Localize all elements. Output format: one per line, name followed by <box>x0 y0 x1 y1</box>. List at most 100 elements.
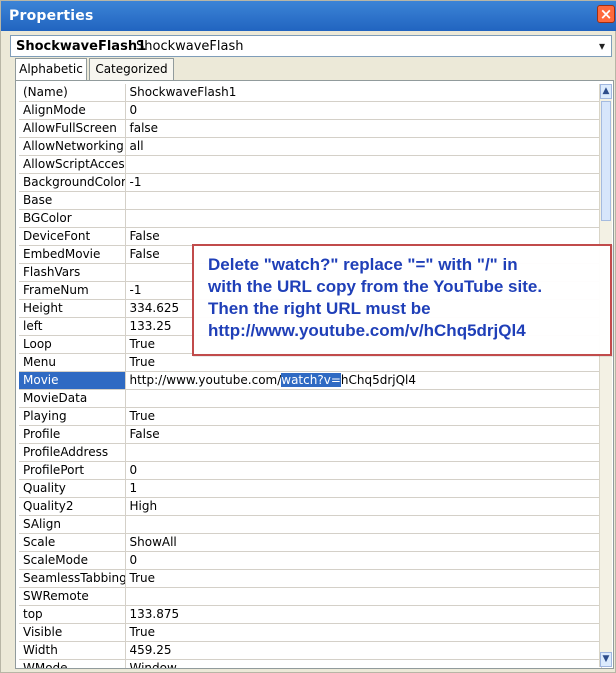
property-name[interactable]: MovieData <box>19 389 126 408</box>
property-name[interactable]: BGColor <box>19 209 126 228</box>
property-row[interactable]: Playing True <box>19 407 602 426</box>
chevron-down-icon[interactable]: ▾ <box>596 37 608 55</box>
property-row[interactable]: ScaleMode 0 <box>19 551 602 570</box>
property-row[interactable]: Menu True <box>19 353 602 372</box>
property-value[interactable]: True <box>125 407 602 426</box>
property-name[interactable]: Menu <box>19 353 126 372</box>
property-name[interactable]: ProfileAddress <box>19 443 126 462</box>
movie-url-suffix: hChq5drjQl4 <box>340 373 417 387</box>
property-row[interactable]: top 133.875 <box>19 605 602 624</box>
property-value[interactable]: -1 <box>125 173 602 192</box>
property-row[interactable]: WMode Window <box>19 659 602 668</box>
property-value[interactable]: false <box>125 119 602 138</box>
property-value[interactable] <box>125 155 602 174</box>
property-name[interactable]: AlignMode <box>19 101 126 120</box>
vertical-scrollbar[interactable]: ▲ ▼ <box>599 84 612 667</box>
property-name[interactable]: Base <box>19 191 126 210</box>
scroll-down-icon[interactable]: ▼ <box>600 652 612 667</box>
property-value[interactable]: 459.25 <box>125 641 602 660</box>
property-value[interactable]: 133.875 <box>125 605 602 624</box>
property-row[interactable]: Width 459.25 <box>19 641 602 660</box>
property-name[interactable]: Playing <box>19 407 126 426</box>
property-value[interactable]: all <box>125 137 602 156</box>
property-row[interactable]: DeviceFont False <box>19 227 602 246</box>
property-row-movie[interactable]: Movie http://www.youtube.com/watch?v=hCh… <box>19 371 602 390</box>
property-name[interactable]: FrameNum <box>19 281 126 300</box>
property-row[interactable]: MovieData <box>19 389 602 408</box>
property-name[interactable]: Visible <box>19 623 126 642</box>
property-name[interactable]: Profile <box>19 425 126 444</box>
property-name[interactable]: BackgroundColor <box>19 173 126 192</box>
property-value[interactable] <box>125 209 602 228</box>
property-name[interactable]: AllowFullScreen <box>19 119 126 138</box>
property-name[interactable]: DeviceFont <box>19 227 126 246</box>
property-row[interactable]: ProfileAddress <box>19 443 602 462</box>
property-value[interactable]: ShockwaveFlash1 <box>125 84 602 102</box>
callout-line: Then the right URL must be <box>208 299 431 318</box>
property-name[interactable]: SeamlessTabbing <box>19 569 126 588</box>
object-selector[interactable]: ShockwaveFlash1 ShockwaveFlash ▾ <box>10 35 612 57</box>
property-row[interactable]: (Name) ShockwaveFlash1 <box>19 84 602 102</box>
property-name[interactable]: left <box>19 317 126 336</box>
property-value[interactable]: True <box>125 353 602 372</box>
property-row[interactable]: SAlign <box>19 515 602 534</box>
property-row[interactable]: BGColor <box>19 209 602 228</box>
property-value[interactable]: True <box>125 569 602 588</box>
property-name[interactable]: Scale <box>19 533 126 552</box>
property-name[interactable]: Quality <box>19 479 126 498</box>
property-row[interactable]: Visible True <box>19 623 602 642</box>
property-name[interactable]: SAlign <box>19 515 126 534</box>
tab-alphabetic[interactable]: Alphabetic <box>15 58 87 80</box>
property-row[interactable]: SeamlessTabbing True <box>19 569 602 588</box>
scroll-up-icon[interactable]: ▲ <box>600 84 612 99</box>
property-value[interactable]: Window <box>125 659 602 668</box>
property-value[interactable]: High <box>125 497 602 516</box>
close-button[interactable]: × <box>597 5 615 23</box>
property-value[interactable] <box>125 191 602 210</box>
property-row[interactable]: Quality2 High <box>19 497 602 516</box>
property-row[interactable]: ProfilePort 0 <box>19 461 602 480</box>
property-row[interactable]: SWRemote <box>19 587 602 606</box>
property-value[interactable] <box>125 443 602 462</box>
property-name[interactable]: WMode <box>19 659 126 668</box>
property-value-movie[interactable]: http://www.youtube.com/watch?v=hChq5drjQ… <box>125 371 602 390</box>
property-name[interactable]: AllowNetworking <box>19 137 126 156</box>
property-row[interactable]: AllowFullScreen false <box>19 119 602 138</box>
property-row[interactable]: BackgroundColor -1 <box>19 173 602 192</box>
property-name[interactable]: FlashVars <box>19 263 126 282</box>
instruction-callout: Delete "watch?" replace "=" with "/" in … <box>192 244 612 356</box>
property-value[interactable]: True <box>125 623 602 642</box>
scroll-thumb[interactable] <box>601 101 611 221</box>
property-value[interactable]: 0 <box>125 461 602 480</box>
property-name[interactable]: ScaleMode <box>19 551 126 570</box>
property-row[interactable]: AlignMode 0 <box>19 101 602 120</box>
property-value[interactable] <box>125 515 602 534</box>
callout-line: http://www.youtube.com/v/hChq5drjQl4 <box>208 321 526 340</box>
property-name[interactable]: Quality2 <box>19 497 126 516</box>
property-row[interactable]: Quality 1 <box>19 479 602 498</box>
property-name[interactable]: Height <box>19 299 126 318</box>
property-row[interactable]: AllowNetworking all <box>19 137 602 156</box>
property-value[interactable]: ShowAll <box>125 533 602 552</box>
property-value[interactable]: 0 <box>125 101 602 120</box>
property-name[interactable]: top <box>19 605 126 624</box>
property-row[interactable]: Scale ShowAll <box>19 533 602 552</box>
property-name[interactable]: Width <box>19 641 126 660</box>
property-name[interactable]: ProfilePort <box>19 461 126 480</box>
property-value[interactable] <box>125 389 602 408</box>
property-name[interactable]: (Name) <box>19 84 126 102</box>
property-value[interactable]: False <box>125 227 602 246</box>
property-name[interactable]: SWRemote <box>19 587 126 606</box>
property-row[interactable]: Profile False <box>19 425 602 444</box>
property-row[interactable]: AllowScriptAccess <box>19 155 602 174</box>
tab-categorized[interactable]: Categorized <box>89 58 174 80</box>
property-value[interactable] <box>125 587 602 606</box>
property-name[interactable]: AllowScriptAccess <box>19 155 126 174</box>
property-name[interactable]: Loop <box>19 335 126 354</box>
property-row[interactable]: Base <box>19 191 602 210</box>
property-value[interactable]: False <box>125 425 602 444</box>
property-value[interactable]: 0 <box>125 551 602 570</box>
property-name[interactable]: Movie <box>19 371 126 390</box>
property-name[interactable]: EmbedMovie <box>19 245 126 264</box>
property-value[interactable]: 1 <box>125 479 602 498</box>
